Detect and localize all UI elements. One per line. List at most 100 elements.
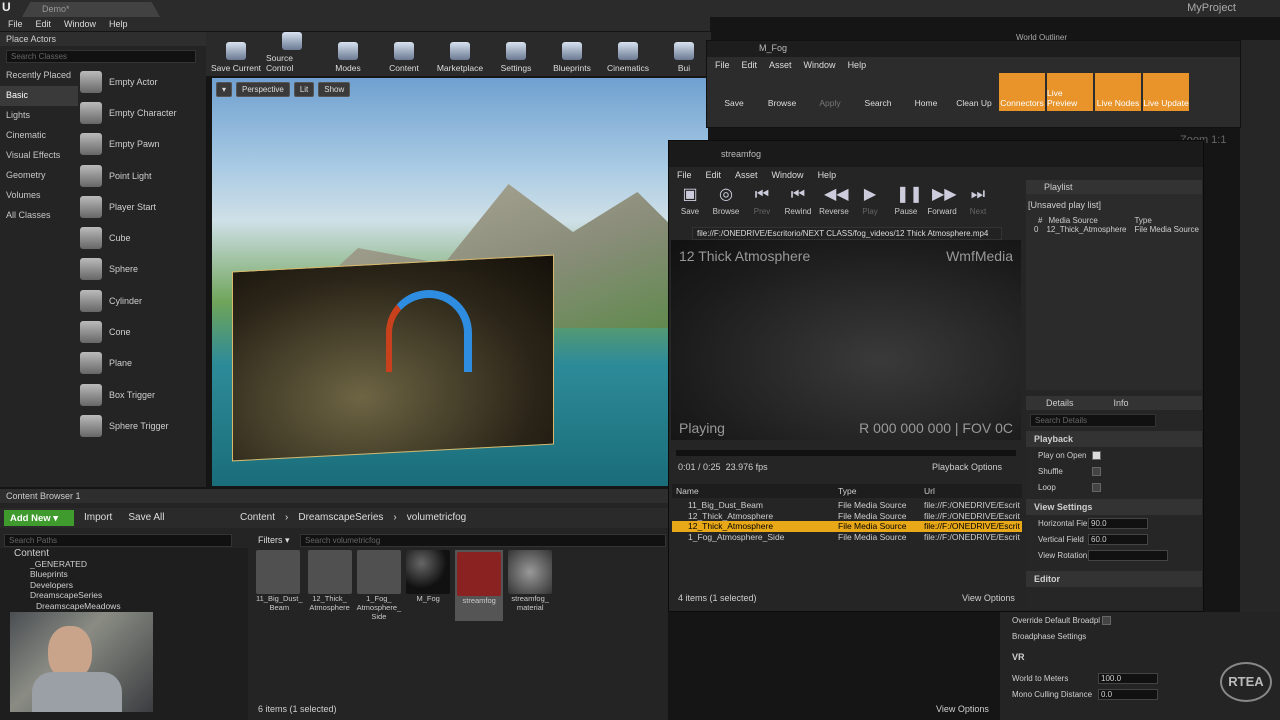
playback-options-button[interactable]: Playback Options (932, 462, 1002, 472)
override-checkbox[interactable] (1102, 615, 1111, 625)
actor-item[interactable]: Point Light (80, 160, 206, 191)
search-details-input[interactable]: Search Details (1030, 414, 1156, 427)
tree-item[interactable]: Content (0, 548, 248, 559)
search-button[interactable]: Search (855, 73, 901, 111)
actor-item[interactable]: Player Start (80, 191, 206, 222)
menu-file[interactable]: File (715, 60, 730, 70)
cat-cinematic[interactable]: Cinematic (0, 126, 78, 146)
search-paths-input[interactable]: Search Paths (4, 534, 232, 547)
import-button[interactable]: Import (84, 512, 112, 523)
connectors-button[interactable]: Connectors (999, 73, 1045, 111)
search-assets-input[interactable]: Search volumetricfog (300, 534, 666, 547)
cat-visual-effects[interactable]: Visual Effects (0, 146, 78, 166)
playback-section[interactable]: Playback (1026, 431, 1202, 447)
asset-tile-selected[interactable]: streamfog (455, 550, 504, 621)
menu-edit[interactable]: Edit (742, 60, 758, 70)
add-new-button[interactable]: Add New ▾ (4, 510, 74, 526)
tree-item[interactable]: _GENERATED (0, 559, 248, 570)
streamfog-tab[interactable]: streamfog (669, 141, 1203, 167)
tree-item[interactable]: DreamscapeMeadows (0, 601, 248, 612)
save-all-button[interactable]: Save All (128, 512, 164, 523)
list-item[interactable]: 11_Big_Dust_Beam File Media Source file://… (672, 500, 1022, 511)
live-update-button[interactable]: Live Update (1143, 73, 1189, 111)
play-button[interactable]: ▶ Play (853, 185, 887, 216)
play-on-open-checkbox[interactable] (1092, 450, 1101, 460)
asset-tile[interactable]: 11_Big_Dust_ Beam (256, 550, 303, 621)
world-to-meters-input[interactable]: 100.0 (1098, 672, 1158, 684)
save-current-button[interactable]: Save Current (210, 32, 262, 76)
search-classes-input[interactable]: Search Classes (6, 50, 196, 63)
cat-geometry[interactable]: Geometry (0, 166, 78, 186)
cat-lights[interactable]: Lights (0, 106, 78, 126)
view-options-button[interactable]: View Options (936, 704, 989, 714)
col-type[interactable]: Type (838, 486, 924, 498)
menu-help[interactable]: Help (818, 170, 837, 180)
tree-item[interactable]: Developers (0, 580, 248, 591)
blueprints-button[interactable]: Blueprints (546, 32, 598, 76)
menu-window[interactable]: Window (772, 170, 804, 180)
actor-item[interactable]: Empty Pawn (80, 129, 206, 160)
menu-window[interactable]: Window (804, 60, 836, 70)
actor-item[interactable]: Empty Character (80, 97, 206, 128)
breadcrumb-fog[interactable]: volumetricfog (407, 512, 466, 523)
marketplace-button[interactable]: Marketplace (434, 32, 486, 76)
cat-recently-placed[interactable]: Recently Placed (0, 66, 78, 86)
perspective-button[interactable]: Perspective (236, 82, 290, 97)
content-button[interactable]: Content (378, 32, 430, 76)
breadcrumb-content[interactable]: Content (240, 512, 275, 523)
menu-asset[interactable]: Asset (735, 170, 758, 180)
actor-item[interactable]: Box Trigger (80, 379, 206, 410)
next-button[interactable]: ⏭ Next (961, 185, 995, 216)
view-settings-section[interactable]: View Settings (1026, 499, 1202, 515)
scrub-bar[interactable] (676, 450, 1016, 456)
info-tab[interactable]: Info (1114, 398, 1129, 408)
actor-item[interactable]: Empty Actor (80, 66, 206, 97)
cat-basic[interactable]: Basic (0, 86, 78, 106)
transform-gizmo[interactable] (386, 290, 472, 372)
clean-up-button[interactable]: Clean Up (951, 73, 997, 111)
asset-tile[interactable]: M_Fog (406, 550, 451, 621)
media-url-field[interactable]: file://F:/ONEDRIVE/Escritorio/NEXT CLASS… (692, 227, 1002, 240)
source-control-button[interactable]: Source Control (266, 32, 318, 76)
menu-window[interactable]: Window (64, 19, 96, 31)
pause-button[interactable]: ❚❚ Pause (889, 185, 923, 216)
actor-item[interactable]: Sphere Trigger (80, 410, 206, 441)
live-nodes-button[interactable]: Live Nodes (1095, 73, 1141, 111)
actor-item[interactable]: Plane (80, 348, 206, 379)
show-button[interactable]: Show (318, 82, 351, 97)
menu-file[interactable]: File (8, 19, 23, 31)
editor-section[interactable]: Editor (1026, 571, 1202, 587)
menu-edit[interactable]: Edit (706, 170, 722, 180)
menu-help[interactable]: Help (109, 19, 128, 31)
list-item[interactable]: 12_Thick_Atmosphere File Media Source file… (672, 511, 1022, 522)
col-url[interactable]: Url (924, 486, 935, 498)
settings-button[interactable]: Settings (490, 32, 542, 76)
browse-button[interactable]: Browse (759, 73, 805, 111)
view-rotation-input[interactable] (1088, 549, 1168, 561)
tree-item[interactable]: Blueprints (0, 569, 248, 580)
menu-asset[interactable]: Asset (769, 60, 792, 70)
browse-button[interactable]: ◎ Browse (709, 185, 743, 216)
asset-tile[interactable]: 1_Fog_ Atmosphere_ Side (356, 550, 401, 621)
level-tab[interactable]: Demo* (22, 2, 160, 17)
cinematics-button[interactable]: Cinematics (602, 32, 654, 76)
playlist-tab[interactable]: Playlist (1026, 180, 1202, 194)
modes-button[interactable]: Modes (322, 32, 374, 76)
vfov-input[interactable]: 60.0 (1088, 533, 1148, 545)
asset-tile[interactable]: streamfog_ material (508, 550, 553, 621)
cat-volumes[interactable]: Volumes (0, 186, 78, 206)
reverse-button[interactable]: ◀◀ Reverse (817, 185, 851, 216)
apply-button[interactable]: Apply (807, 73, 853, 111)
level-viewport[interactable]: ▾ Perspective Lit Show (212, 78, 708, 486)
lit-button[interactable]: Lit (293, 82, 315, 97)
broadphase-settings[interactable]: Broadphase Settings (1000, 628, 1280, 644)
menu-edit[interactable]: Edit (36, 19, 52, 31)
actor-item[interactable]: Cylinder (80, 285, 206, 316)
playlist-row[interactable]: 0 12_Thick_Atmosphere File Media Source (1026, 225, 1202, 234)
save-button[interactable]: Save (711, 73, 757, 111)
build-button[interactable]: Bui (658, 32, 710, 76)
video-preview[interactable]: 12 Thick Atmosphere WmfMedia Playing R 0… (671, 240, 1021, 440)
actor-item[interactable]: Cone (80, 316, 206, 347)
list-item-selected[interactable]: 12_Thick_Atmosphere File Media Source file… (672, 521, 1022, 532)
col-name[interactable]: Name (672, 486, 838, 498)
